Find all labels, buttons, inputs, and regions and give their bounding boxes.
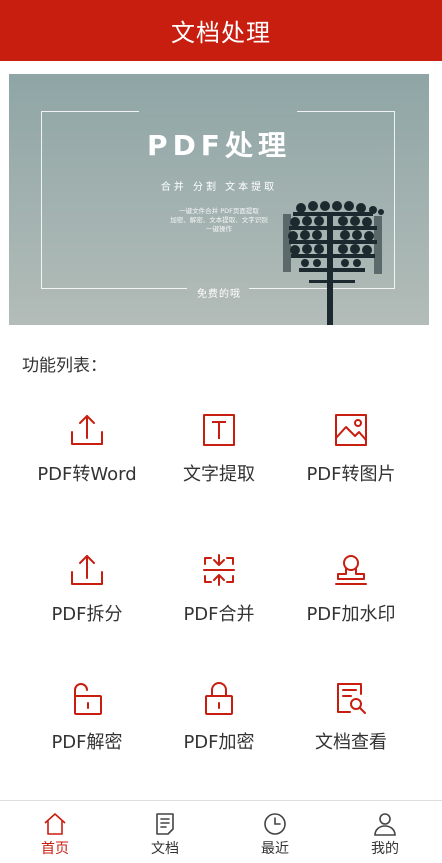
feature-document-viewer[interactable]: 文档查看	[278, 680, 424, 754]
bottom-tab-bar: 首页 文档 最近 我的	[0, 800, 442, 863]
user-icon	[374, 813, 396, 836]
feature-pdf-to-image[interactable]: PDF转图片	[278, 412, 424, 486]
merge-icon	[203, 554, 235, 586]
clock-icon	[264, 813, 286, 835]
tab-recent[interactable]: 最近	[220, 801, 330, 863]
tab-mine[interactable]: 我的	[330, 801, 440, 863]
app-header: 文档处理	[0, 0, 442, 61]
feature-pdf-to-word[interactable]: PDF转Word	[14, 412, 160, 486]
stadium-light-tower-image	[283, 201, 384, 325]
image-icon	[335, 414, 367, 446]
lock-icon	[205, 682, 233, 715]
tab-documents[interactable]: 文档	[110, 801, 220, 863]
feature-pdf-decrypt[interactable]: PDF解密	[14, 680, 160, 754]
feature-pdf-merge[interactable]: PDF合并	[146, 552, 292, 626]
feature-text-extract[interactable]: 文字提取	[146, 412, 292, 486]
tab-home[interactable]: 首页	[0, 801, 110, 863]
banner-description: 一键文件合并 PDF页面提取 加密、解密、文本提取、文字识别 一键操作	[170, 207, 268, 233]
upload-icon	[71, 555, 103, 585]
feature-list-title: 功能列表：	[22, 356, 107, 376]
text-t-icon	[203, 414, 235, 446]
document-icon	[156, 813, 174, 835]
banner-title: PDF处理	[147, 129, 291, 162]
home-icon	[44, 813, 66, 835]
upload-icon	[71, 415, 103, 445]
feature-pdf-watermark[interactable]: PDF加水印	[278, 552, 424, 626]
page-title: 文档处理	[171, 19, 271, 47]
banner-subtitle: 合并 分割 文本提取	[160, 182, 278, 193]
feature-pdf-encrypt[interactable]: PDF加密	[146, 680, 292, 754]
doc-search-icon	[337, 683, 366, 714]
unlock-icon	[74, 683, 102, 715]
stamp-icon	[335, 555, 367, 585]
promo-banner[interactable]: PDF处理 合并 分割 文本提取 一键文件合并 PDF页面提取 加密、解密、文本…	[9, 74, 429, 325]
feature-pdf-split[interactable]: PDF拆分	[14, 552, 160, 626]
